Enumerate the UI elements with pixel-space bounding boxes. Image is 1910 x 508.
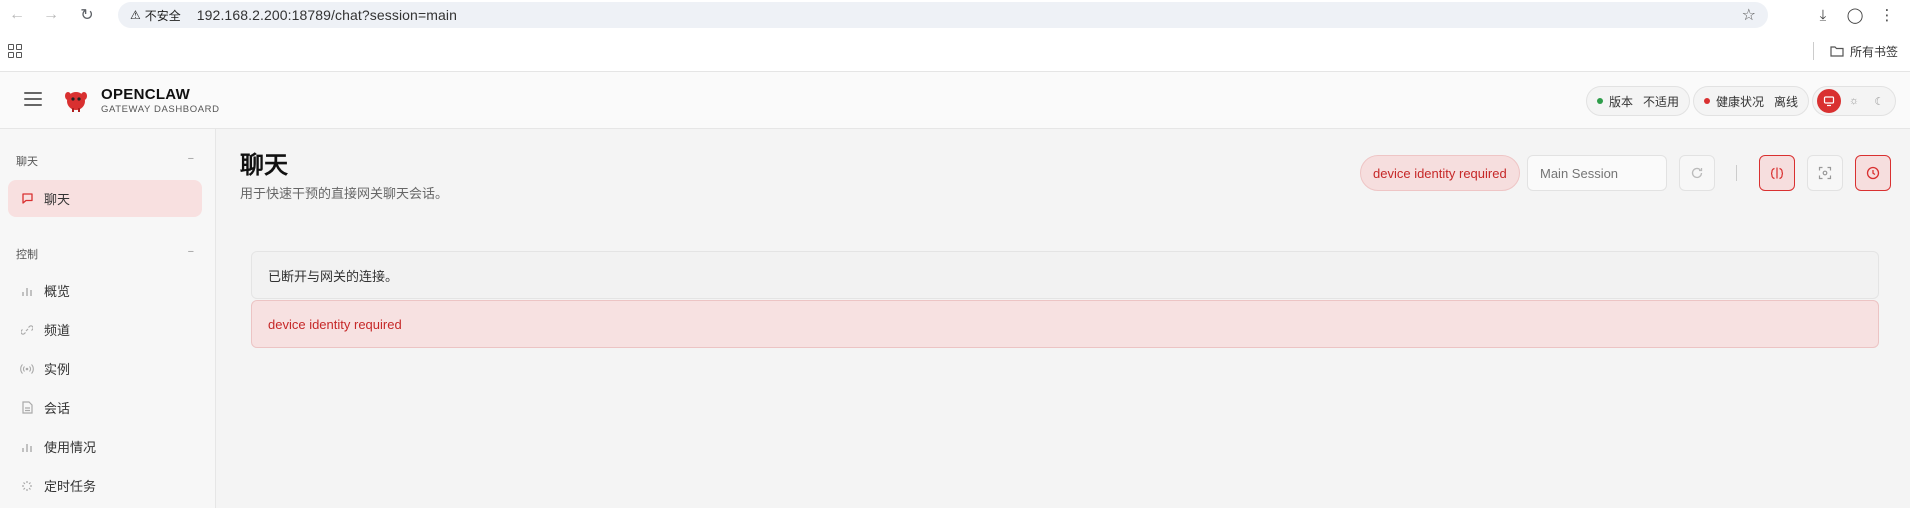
- bookmark-star-icon[interactable]: ☆: [1742, 5, 1756, 25]
- health-key: 健康状况: [1716, 94, 1765, 109]
- brand-title: OPENCLAW: [101, 86, 191, 103]
- openclaw-logo: [65, 92, 87, 112]
- health-value: 离线: [1774, 94, 1799, 109]
- back-icon[interactable]: ←: [0, 0, 34, 30]
- bookmarks-divider: [1813, 42, 1814, 60]
- health-status-dot: [1704, 98, 1710, 104]
- clock-icon: [1866, 166, 1880, 180]
- focus-mode-button[interactable]: [1807, 155, 1843, 191]
- security-chip[interactable]: ⚠ 不安全: [124, 4, 187, 26]
- sidebar-item-usage[interactable]: 使用情况: [8, 428, 202, 465]
- sidebar-item-instances[interactable]: 实例: [8, 350, 202, 387]
- section-control[interactable]: 控制 −: [16, 246, 194, 262]
- section-title: 控制: [16, 249, 38, 261]
- folder-icon: [1830, 46, 1844, 57]
- section-title: 聊天: [16, 156, 38, 168]
- sidebar-item-label: 聊天: [44, 192, 71, 207]
- brain-icon: [1771, 167, 1783, 180]
- brand-subtitle: GATEWAY DASHBOARD: [101, 104, 220, 115]
- sidebar-item-channels[interactable]: 频道: [8, 311, 202, 348]
- profile-icon[interactable]: ◯: [1842, 2, 1868, 28]
- version-value: 不适用: [1643, 94, 1680, 109]
- system-theme-icon[interactable]: [1816, 89, 1841, 113]
- sidebar-item-label: 会话: [44, 401, 71, 416]
- session-input[interactable]: [1527, 155, 1667, 191]
- focus-icon: [1818, 166, 1832, 180]
- apps-grid-icon[interactable]: [8, 44, 22, 58]
- radio-icon: [20, 362, 34, 376]
- sidebar-item-label: 频道: [44, 323, 71, 338]
- sidebar-item-label: 概览: [44, 284, 71, 299]
- bar-chart-icon: [20, 440, 34, 454]
- address-bar[interactable]: ⚠ 不安全 192.168.2.200:18789/chat?session=m…: [118, 2, 1768, 28]
- forward-icon[interactable]: →: [34, 0, 68, 30]
- collapse-icon[interactable]: −: [188, 153, 194, 169]
- thinking-toggle-button[interactable]: [1759, 155, 1795, 191]
- bookmarks-bar: 所有书签: [0, 30, 1910, 72]
- collapse-icon[interactable]: −: [188, 246, 194, 262]
- all-bookmarks-folder[interactable]: 所有书签: [1830, 42, 1898, 60]
- url-text[interactable]: 192.168.2.200:18789/chat?session=main: [197, 7, 457, 23]
- file-icon: [20, 401, 34, 415]
- sidebar-item-overview[interactable]: 概览: [8, 272, 202, 309]
- error-message: device identity required: [251, 300, 1879, 348]
- insecure-label: 不安全: [144, 8, 181, 23]
- history-button[interactable]: [1855, 155, 1891, 191]
- version-key: 版本: [1609, 94, 1634, 109]
- sidebar-item-chat[interactable]: 聊天: [8, 180, 202, 217]
- main-content: 聊天 用于快速干预的直接网关聊天会话。 device identity requ…: [216, 129, 1910, 508]
- section-chat[interactable]: 聊天 −: [16, 153, 194, 169]
- sidebar-item-label: 实例: [44, 362, 71, 377]
- bar-chart-icon: [20, 284, 34, 298]
- refresh-icon: [1691, 167, 1703, 179]
- connection-error-badge: device identity required: [1360, 155, 1520, 191]
- all-bookmarks-label: 所有书签: [1850, 44, 1899, 59]
- sidebar: 聊天 − 聊天 控制 − 概览 频道 实例 会话 使用情况 定时任务: [0, 129, 216, 508]
- reload-icon[interactable]: ↻: [70, 0, 104, 30]
- link-icon: [20, 323, 34, 337]
- app-header: OPENCLAW GATEWAY DASHBOARD 版本 不适用 健康状况 离…: [0, 72, 1910, 129]
- page-subtitle: 用于快速干预的直接网关聊天会话。: [240, 186, 449, 201]
- version-pill: 版本 不适用: [1586, 86, 1691, 116]
- message-text: device identity required: [268, 316, 402, 332]
- sidebar-item-label: 使用情况: [44, 440, 97, 455]
- health-pill: 健康状况 离线: [1693, 86, 1810, 116]
- theme-switcher: ☼ ☾: [1812, 86, 1896, 116]
- spinner-icon: [20, 479, 34, 493]
- menu-toggle-icon[interactable]: [24, 92, 42, 106]
- disconnected-message: 已断开与网关的连接。: [251, 251, 1879, 299]
- light-theme-icon[interactable]: ☼: [1842, 89, 1866, 113]
- sidebar-item-sessions[interactable]: 会话: [8, 389, 202, 426]
- download-icon[interactable]: ⤓: [1810, 2, 1836, 28]
- more-menu-icon[interactable]: ⋮: [1874, 2, 1900, 28]
- brand: OPENCLAW GATEWAY DASHBOARD: [101, 86, 220, 115]
- toolbar-divider: [1736, 165, 1737, 181]
- dark-theme-icon[interactable]: ☾: [1867, 89, 1891, 113]
- sidebar-item-cron[interactable]: 定时任务: [8, 467, 202, 504]
- refresh-button[interactable]: [1679, 155, 1715, 191]
- page-title: 聊天: [240, 152, 288, 179]
- sidebar-item-label: 定时任务: [44, 479, 97, 494]
- warning-icon: ⚠: [130, 8, 141, 22]
- version-status-dot: [1597, 98, 1603, 104]
- message-text: 已断开与网关的连接。: [268, 268, 399, 284]
- browser-toolbar: ← → ↻ ⚠ 不安全 192.168.2.200:18789/chat?ses…: [0, 0, 1910, 30]
- chat-icon: [20, 192, 34, 206]
